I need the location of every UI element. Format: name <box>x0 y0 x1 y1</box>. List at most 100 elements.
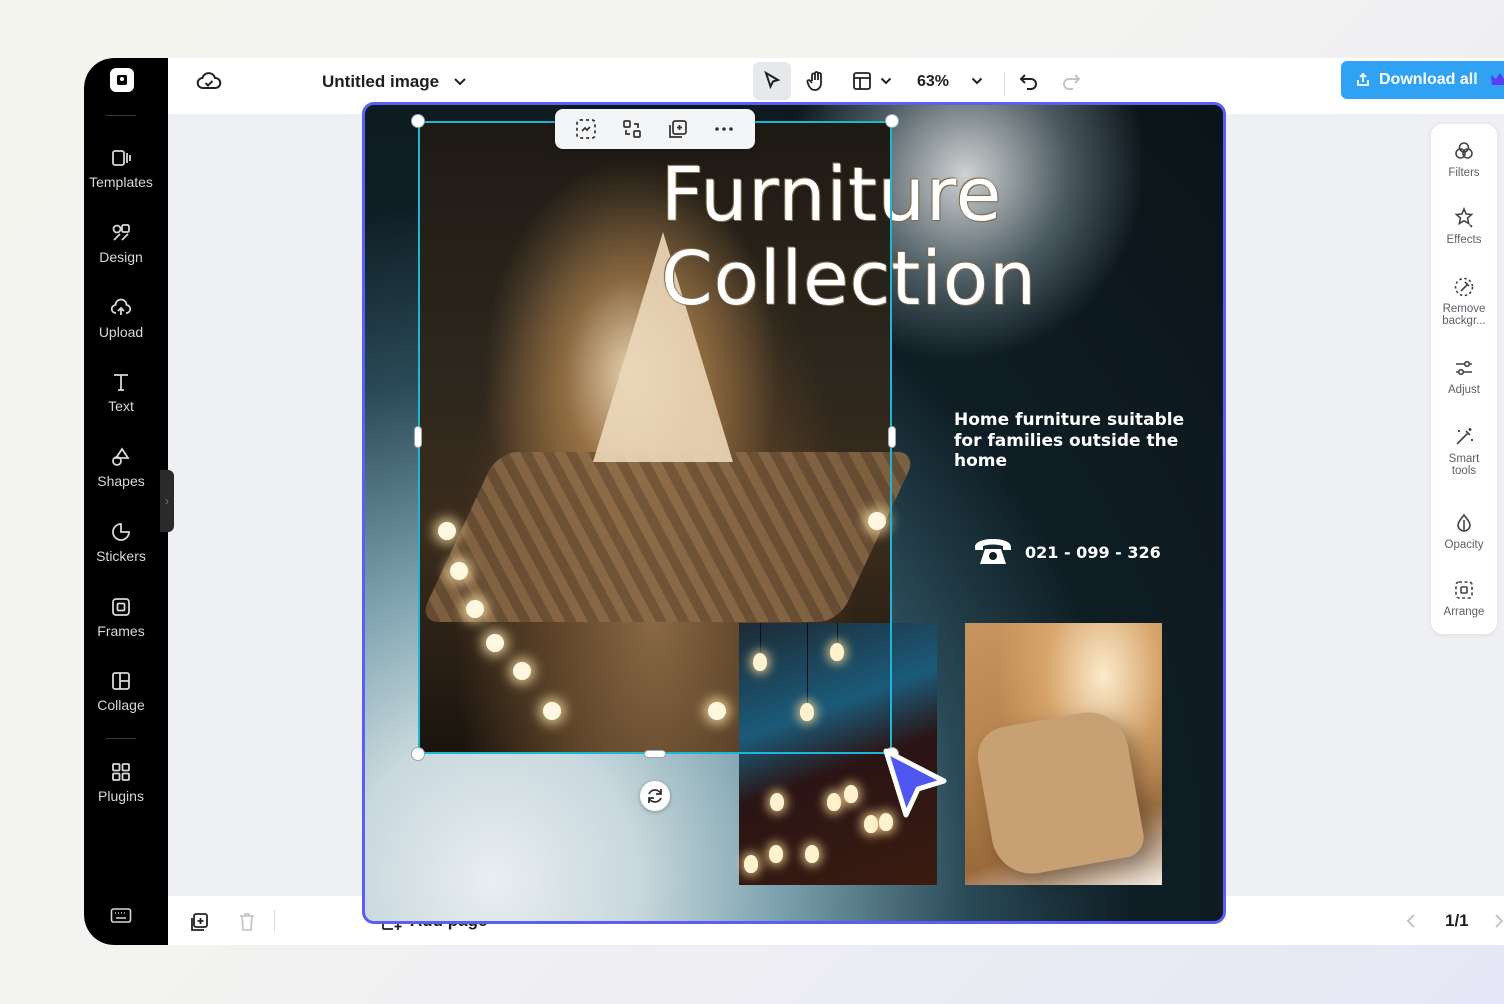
resize-handle-bottom-left[interactable] <box>411 747 425 761</box>
duplicate-icon <box>669 120 687 138</box>
logo-icon <box>117 75 127 85</box>
adjust-icon <box>1456 360 1472 376</box>
sidebar-item-collage[interactable]: Collage <box>84 669 158 713</box>
sidebar-item-label: Text <box>108 398 134 414</box>
chevron-down-icon <box>971 77 983 85</box>
chevron-down-icon <box>454 78 466 86</box>
sidebar-item-label: Frames <box>97 623 145 639</box>
sidebar-item-stickers[interactable]: Stickers <box>84 520 158 564</box>
tool-arrange[interactable]: Arrange <box>1431 579 1497 618</box>
element-floating-toolbar <box>555 109 755 149</box>
remove-background-icon <box>1454 277 1474 297</box>
resize-handle-top-right[interactable] <box>885 114 899 128</box>
crown-icon <box>1490 73 1504 85</box>
sidebar-item-design[interactable]: Design <box>84 221 158 265</box>
rug-decoration <box>418 452 918 622</box>
tool-remove-background[interactable]: Remove backgr... <box>1431 276 1497 327</box>
phone-number: 021 - 099 - 326 <box>1025 542 1161 562</box>
tool-label: Filters <box>1448 167 1480 179</box>
tool-filters[interactable]: Filters <box>1431 140 1497 179</box>
sidebar-item-text[interactable]: Text <box>84 370 158 414</box>
cloud-save-button[interactable] <box>194 68 224 94</box>
page-indicator: 1/1 <box>1445 911 1469 930</box>
next-page-button[interactable] <box>1488 910 1504 932</box>
chevron-right-icon: › <box>165 494 169 508</box>
image-pillow[interactable] <box>965 623 1162 885</box>
zoom-level[interactable]: 63% <box>917 73 949 91</box>
sidebar-item-plugins[interactable]: Plugins <box>84 760 158 804</box>
resize-handle-left[interactable] <box>414 426 422 448</box>
sidebar-item-shapes[interactable]: Shapes <box>84 445 158 489</box>
duplicate-page-button[interactable] <box>186 909 212 935</box>
bulb <box>827 793 841 811</box>
sidebar-item-frames[interactable]: Frames <box>84 595 158 639</box>
app-logo[interactable] <box>110 68 134 92</box>
light-dot <box>868 512 886 530</box>
download-all-button[interactable]: Download all <box>1341 61 1504 99</box>
frames-icon <box>112 598 130 616</box>
redo-icon <box>1063 74 1081 90</box>
opacity-icon <box>1457 513 1471 532</box>
delete-page-button[interactable] <box>234 909 260 935</box>
duplicate-element-button[interactable] <box>666 117 690 141</box>
sidebar-item-label: Design <box>99 249 143 265</box>
title-menu-button[interactable] <box>448 70 472 94</box>
tool-label: Arrange <box>1443 606 1485 618</box>
hand-tool-button[interactable] <box>802 67 830 95</box>
more-options-button[interactable] <box>712 117 736 141</box>
upload-icon <box>110 298 132 315</box>
upload-share-icon <box>1357 72 1369 86</box>
sidebar-divider <box>106 115 136 116</box>
design-canvas[interactable]: Furniture Collection Home furniture suit… <box>362 102 1226 924</box>
replace-icon <box>623 120 641 138</box>
download-all-label: Download all <box>1379 71 1478 88</box>
layout-button[interactable] <box>848 67 876 95</box>
select-tool-button[interactable] <box>758 67 786 95</box>
mouse-cursor <box>880 745 950 830</box>
design-icon <box>112 224 130 241</box>
zoom-dropdown-button[interactable] <box>966 70 988 92</box>
shapes-icon <box>112 447 130 466</box>
redo-button[interactable] <box>1058 68 1084 94</box>
replace-button[interactable] <box>620 117 644 141</box>
chevron-right-icon <box>1495 914 1504 928</box>
keyboard-shortcuts-button[interactable] <box>84 904 158 932</box>
prev-page-button[interactable] <box>1400 910 1422 932</box>
tool-adjust[interactable]: Adjust <box>1431 357 1497 396</box>
cloud-check-icon <box>196 72 222 89</box>
tool-label: Effects <box>1446 234 1482 246</box>
headline-text[interactable]: Furniture Collection <box>661 153 1037 321</box>
layout-dropdown-button[interactable] <box>876 70 896 92</box>
sidebar-collapse-handle[interactable]: › <box>160 470 174 532</box>
sidebar-item-upload[interactable]: Upload <box>84 296 158 340</box>
smart-select-button[interactable] <box>574 117 598 141</box>
tool-smart-tools[interactable]: Smart tools <box>1431 426 1497 477</box>
resize-handle-bottom[interactable] <box>644 750 666 758</box>
subtext[interactable]: Home furniture suitable for families out… <box>954 410 1194 472</box>
filters-icon <box>1455 142 1473 159</box>
pointer-icon <box>764 70 781 90</box>
light-dot <box>466 600 484 618</box>
light-dot <box>438 522 456 540</box>
arrange-icon <box>1455 581 1473 599</box>
resize-handle-right[interactable] <box>888 426 896 448</box>
light-dot <box>450 562 468 580</box>
undo-button[interactable] <box>1016 68 1042 94</box>
chevron-down-icon <box>880 77 892 85</box>
phone-number-block[interactable]: 021 - 099 - 326 <box>973 537 1161 567</box>
smart-tools-icon <box>1456 428 1473 445</box>
tool-label: Remove backgr... <box>1442 303 1486 327</box>
tool-opacity[interactable]: Opacity <box>1431 512 1497 551</box>
rotate-icon <box>648 789 662 803</box>
layout-icon <box>853 72 871 90</box>
tool-effects[interactable]: Effects <box>1431 207 1497 246</box>
collage-icon <box>112 672 130 690</box>
sidebar-item-label: Collage <box>97 697 145 713</box>
resize-handle-top-left[interactable] <box>411 114 425 128</box>
rotate-handle[interactable] <box>640 781 670 811</box>
bulb <box>770 793 784 811</box>
sidebar-item-templates[interactable]: Templates <box>84 146 158 190</box>
more-horizontal-icon <box>715 127 733 131</box>
document-title[interactable]: Untitled image <box>322 72 439 92</box>
tool-label: Opacity <box>1444 539 1484 551</box>
